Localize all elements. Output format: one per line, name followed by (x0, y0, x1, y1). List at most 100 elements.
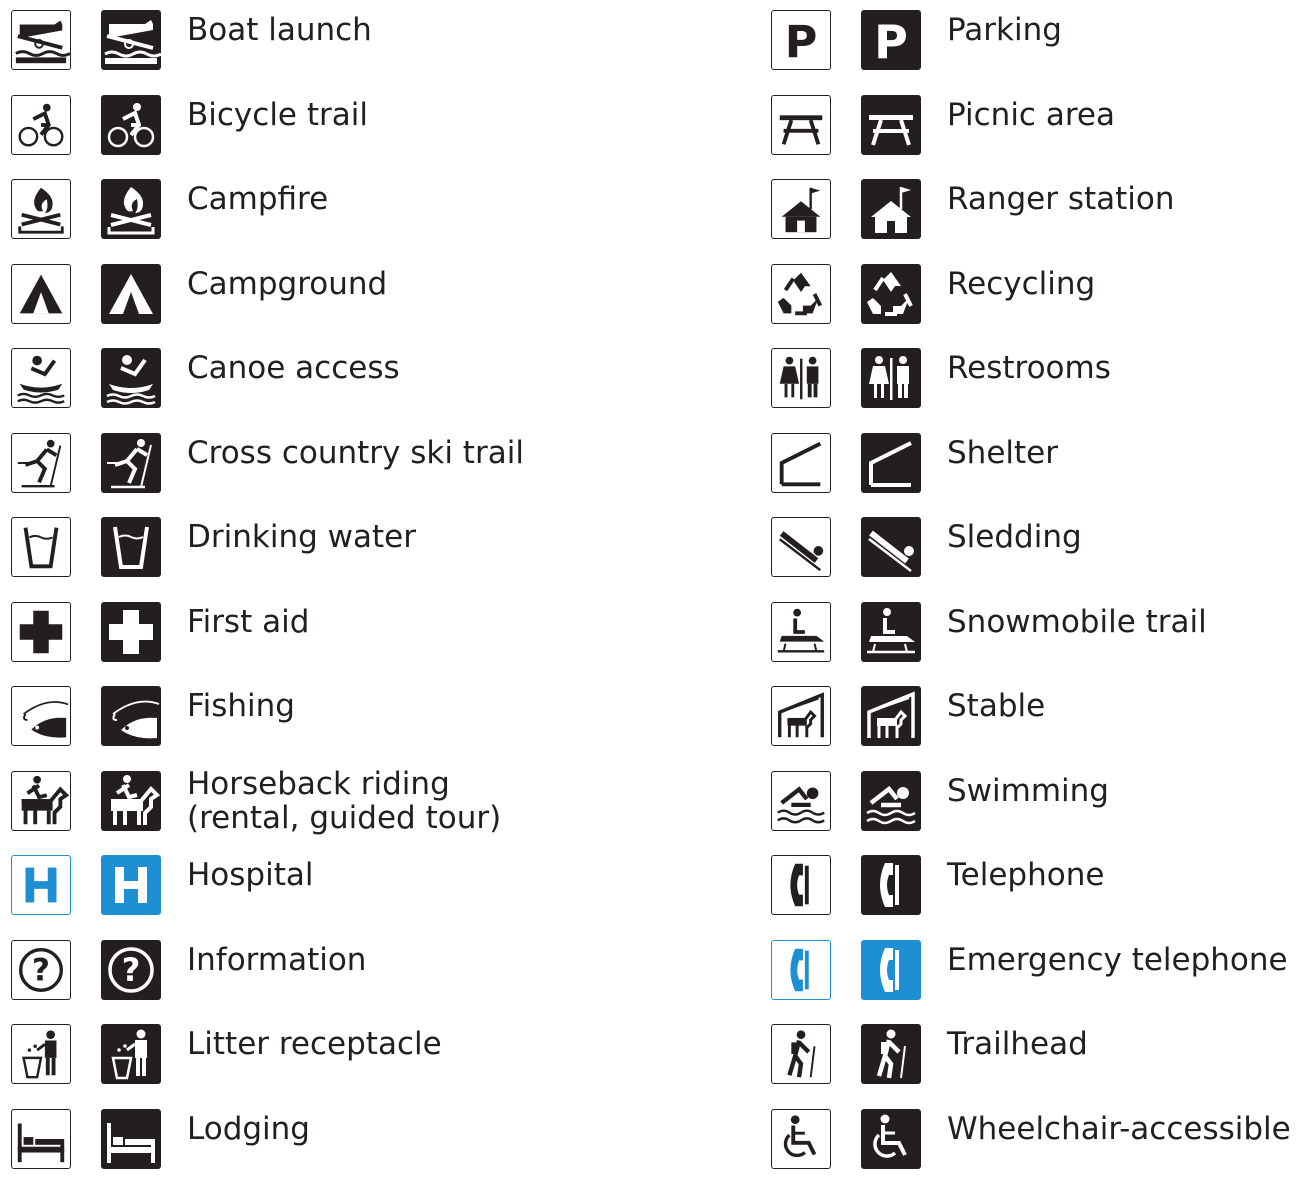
campfire-filled-icon (101, 179, 161, 239)
svg-text:?: ? (122, 951, 141, 989)
bicycle-icon (11, 94, 71, 155)
svg-text:P: P (785, 17, 818, 68)
legend-label-text: Bicycle trail (187, 96, 368, 133)
legend-label-text: Litter receptacle (187, 1026, 442, 1062)
legend-row-ranger-house-flag: Ranger station (771, 179, 1301, 249)
legend-label: Campfire (187, 181, 328, 217)
legend-row-first-aid-cross: First aid (11, 601, 711, 672)
legend-label: Litter receptacle (187, 1026, 442, 1062)
legend-row-snowmobile: Snowmobile trail (771, 601, 1301, 672)
legend-label: Lodging (187, 1111, 310, 1147)
legend-row-picnic-table: Picnic area (771, 94, 1301, 165)
sledder-filled-icon (861, 517, 921, 577)
sledder-icon (771, 517, 831, 577)
wheelchair-filled-icon (861, 1108, 921, 1169)
legend-label-text: Wheelchair-accessible (947, 1110, 1291, 1147)
legend-label-text: Horseback riding (187, 765, 450, 802)
fish-hook-filled-icon (101, 686, 161, 746)
hospital-h-filled-icon (101, 855, 161, 915)
legend-label: Shelter (947, 435, 1058, 471)
legend-label-text: Hospital (187, 857, 314, 893)
legend-label-text: Swimming (947, 772, 1109, 809)
legend-row-bed: Lodging (11, 1108, 711, 1179)
legend-label: Hospital (187, 857, 313, 893)
legend-row-litter-bin: Litter receptacle (11, 1024, 711, 1094)
restroom-figures-filled-icon (861, 348, 921, 408)
shelter-roof-filled-icon (861, 432, 921, 493)
legend-label: Canoe access (187, 350, 400, 386)
legend-label-text: Parking (947, 12, 1062, 48)
bed-icon (11, 1108, 71, 1169)
bicycle-filled-icon (101, 94, 161, 155)
first-aid-cross-icon (11, 601, 71, 662)
legend-label: Campground (187, 266, 387, 302)
legend-label-text: First aid (187, 603, 310, 640)
legend-label: Wheelchair-accessible (947, 1111, 1291, 1147)
legend-label-text: Stable (947, 688, 1046, 724)
shelter-roof-icon (771, 432, 831, 493)
legend-label: Sledding (947, 519, 1082, 555)
legend-row-sledder: Sledding (771, 517, 1301, 587)
legend-row-recycling-arrows: Recycling (771, 263, 1301, 334)
swimmer-filled-icon (861, 770, 921, 831)
legend-label: Recycling (947, 266, 1095, 302)
legend-label-text: Boat launch (187, 12, 372, 48)
hospital-h-icon (11, 855, 71, 915)
question-mark-filled-icon: ? (101, 939, 161, 1000)
litter-bin-icon (11, 1024, 71, 1084)
cross-country-skier-filled-icon (101, 432, 161, 493)
tent-icon (11, 263, 71, 324)
legend-row-question-mark: ?? Information (11, 939, 711, 1010)
legend-row-hospital-h: Hospital (11, 855, 711, 925)
legend-label: Drinking water (187, 519, 416, 555)
legend-label-text: Shelter (947, 434, 1058, 471)
ranger-house-flag-filled-icon (861, 179, 921, 239)
snowmobile-icon (771, 601, 831, 662)
fish-hook-icon (11, 686, 71, 746)
restroom-figures-icon (771, 348, 831, 408)
legend-label-text: Sledding (947, 519, 1082, 555)
telephone-handset-filled-icon (861, 855, 921, 915)
canoe-icon (11, 348, 71, 408)
legend-label-text: Restrooms (947, 350, 1111, 386)
picnic-table-icon (771, 94, 831, 155)
legend-row-bicycle: Bicycle trail (11, 94, 711, 165)
legend-label: First aid (187, 604, 309, 640)
legend-label-text: Trailhead (947, 1026, 1088, 1062)
legend-label-text: Picnic area (947, 96, 1115, 133)
snowmobile-filled-icon (861, 601, 921, 662)
legend-row-parking-p: P P Parking (771, 10, 1301, 80)
legend-label: Fishing (187, 688, 295, 724)
first-aid-cross-filled-icon (101, 601, 161, 662)
hiker-icon (771, 1024, 831, 1084)
legend-row-stable-horse: Stable (771, 686, 1301, 756)
legend-row-campfire: Campfire (11, 179, 711, 249)
legend-row-restroom-figures: Restrooms (771, 348, 1301, 418)
legend-label-text: Lodging (187, 1110, 310, 1147)
legend-row-hiker: Trailhead (771, 1024, 1301, 1094)
legend-row-horse-rider: Horseback riding (rental, guided tour) (11, 766, 711, 841)
legend-label-text: Campground (187, 265, 388, 302)
tent-filled-icon (101, 263, 161, 324)
legend-row-boat-launch: Boat launch (11, 10, 711, 80)
wheelchair-icon (771, 1108, 831, 1169)
legend-label: Cross country ski trail (187, 435, 524, 471)
legend-label-text: Information (187, 941, 367, 978)
horse-rider-icon (11, 770, 71, 831)
recycling-arrows-filled-icon (861, 263, 921, 324)
legend-label-text: Emergency telephone (947, 941, 1288, 978)
legend-row-drinking-cup: Drinking water (11, 517, 711, 587)
legend-row-telephone-handset: Telephone (771, 855, 1301, 925)
legend-row-canoe: Canoe access (11, 348, 711, 418)
canoe-filled-icon (101, 348, 161, 408)
boat-launch-icon (11, 10, 71, 70)
horse-rider-filled-icon (101, 770, 161, 831)
legend-label-subtext: (rental, guided tour) (187, 799, 502, 836)
legend-row-cross-country-skier: Cross country ski trail (11, 432, 711, 503)
emergency-telephone-filled-icon (861, 939, 921, 1000)
bed-filled-icon (101, 1108, 161, 1169)
legend-row-fish-hook: Fishing (11, 686, 711, 756)
legend-row-tent: Campground (11, 263, 711, 334)
legend-label: Stable (947, 688, 1045, 724)
svg-text:?: ? (32, 952, 50, 988)
